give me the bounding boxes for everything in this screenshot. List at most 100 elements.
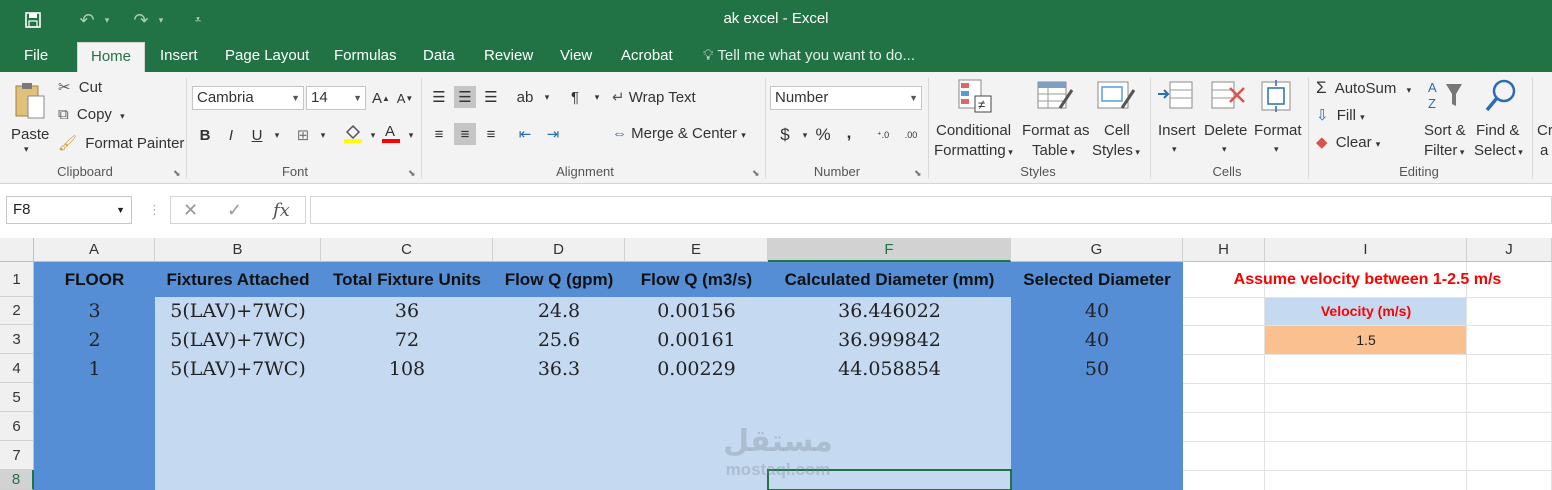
tab-review[interactable]: Review	[478, 40, 539, 72]
table-cell[interactable]: 72	[321, 325, 493, 354]
align-left-icon[interactable]: ≡	[428, 123, 450, 145]
wrap-text-button[interactable]: ↵ Wrap Text	[612, 88, 696, 106]
format-painter-button[interactable]: 🖌︎ Format Painter	[58, 134, 184, 152]
row-header-2[interactable]: 2	[0, 297, 34, 325]
conditional-formatting-button[interactable]: ≠ Conditional Formatting ▾	[932, 76, 1018, 162]
select-all-corner[interactable]	[0, 238, 34, 262]
spreadsheet-grid[interactable]: A B C D E F G H I J 1 2 3 4 5 6 7 8 FLOOR Fixtures Attached…	[0, 238, 1552, 490]
velocity-label-cell[interactable]: Velocity (m/s)	[1265, 297, 1467, 325]
fill-color-icon[interactable]	[342, 122, 364, 144]
font-color-icon[interactable]: A	[380, 122, 402, 144]
table-cell[interactable]: 40	[1011, 297, 1183, 325]
currency-button[interactable]: $	[774, 124, 796, 146]
name-box[interactable]: F8 ▼	[6, 196, 132, 224]
column-header-b[interactable]: B	[155, 238, 321, 262]
number-launcher-icon[interactable]: ⬊	[914, 168, 922, 179]
column-header-g[interactable]: G	[1011, 238, 1183, 262]
enter-icon[interactable]: ✓	[227, 200, 242, 221]
delete-cells-button[interactable]: Delete ▾	[1202, 76, 1252, 162]
column-header-a[interactable]: A	[34, 238, 155, 262]
table-cell[interactable]: 36.3	[493, 354, 625, 383]
table-header-cell[interactable]: Calculated Diameter (mm)	[768, 262, 1011, 297]
sort-filter-button[interactable]: AZ Sort & Filter ▾	[1420, 76, 1474, 162]
table-cell[interactable]: 36	[321, 297, 493, 325]
table-cell[interactable]: 5(LAV)+7WC)	[155, 325, 321, 354]
format-as-table-button[interactable]: Format as Table ▾	[1020, 76, 1092, 162]
align-right-icon[interactable]: ≡	[480, 123, 502, 145]
create-pdf-label-2[interactable]: a	[1540, 142, 1548, 159]
tab-home[interactable]: Home	[77, 42, 145, 72]
percent-button[interactable]: %	[812, 124, 834, 146]
number-format-select[interactable]: Number ▼	[770, 86, 922, 110]
table-header-cell[interactable]: Flow Q (gpm)	[493, 262, 625, 297]
table-header-cell[interactable]: Fixtures Attached	[155, 262, 321, 297]
increase-indent-icon[interactable]: ⇥	[542, 123, 564, 145]
table-cell[interactable]: 5(LAV)+7WC)	[155, 354, 321, 383]
comma-button[interactable]: ,	[838, 122, 860, 144]
borders-icon[interactable]: ⊞	[292, 124, 314, 146]
tell-me-search[interactable]: 💡︎ Tell me what you want to do...	[703, 40, 915, 72]
clear-button[interactable]: ◆ Clear ▾	[1316, 133, 1380, 151]
font-launcher-icon[interactable]: ⬊	[408, 168, 416, 179]
table-cell[interactable]: 1	[34, 354, 155, 383]
row-header-7[interactable]: 7	[0, 441, 34, 470]
table-cell[interactable]: 24.8	[493, 297, 625, 325]
column-header-d[interactable]: D	[493, 238, 625, 262]
decrease-decimal-icon[interactable]: .00	[900, 124, 922, 146]
column-header-c[interactable]: C	[321, 238, 493, 262]
font-name-select[interactable]: Cambria ▼	[192, 86, 304, 110]
increase-decimal-icon[interactable]: ⁺.0	[872, 124, 894, 146]
underline-button[interactable]: U	[246, 124, 268, 146]
text-direction-dropdown-icon[interactable]: ▾	[586, 86, 608, 108]
cell-styles-button[interactable]: Cell Styles ▾	[1090, 76, 1144, 162]
table-cell[interactable]: 0.00156	[625, 297, 768, 325]
table-cell[interactable]: 36.999842	[768, 325, 1011, 354]
table-header-cell[interactable]: FLOOR	[34, 262, 155, 297]
row-header-6[interactable]: 6	[0, 412, 34, 441]
row-header-5[interactable]: 5	[0, 383, 34, 412]
merge-center-button[interactable]: ⇔ Merge & Center ▾	[612, 125, 746, 142]
orientation-icon[interactable]: ab	[514, 86, 536, 108]
row-header-3[interactable]: 3	[0, 325, 34, 354]
table-cell[interactable]: 0.00229	[625, 354, 768, 383]
text-direction-icon[interactable]: ¶	[564, 86, 586, 108]
decrease-font-icon[interactable]: A ▼	[394, 87, 416, 109]
velocity-value-cell[interactable]: 1.5	[1265, 325, 1467, 354]
table-cell[interactable]: 5(LAV)+7WC)	[155, 297, 321, 325]
format-cells-button[interactable]: Format ▾	[1252, 76, 1304, 162]
row-header-8[interactable]: 8	[0, 470, 34, 490]
tab-page-layout[interactable]: Page Layout	[219, 40, 315, 72]
align-top-icon[interactable]: ☰	[428, 86, 450, 108]
table-cell[interactable]: 2	[34, 325, 155, 354]
insert-function-button[interactable]: fx	[273, 200, 290, 221]
tab-data[interactable]: Data	[417, 40, 461, 72]
table-cell[interactable]: 0.00161	[625, 325, 768, 354]
decrease-indent-icon[interactable]: ⇤	[514, 123, 536, 145]
font-color-dropdown-icon[interactable]: ▾	[400, 124, 422, 146]
paste-button[interactable]: Paste ▾	[8, 78, 52, 160]
orientation-dropdown-icon[interactable]: ▾	[536, 86, 558, 108]
tab-view[interactable]: View	[554, 40, 598, 72]
tab-insert[interactable]: Insert	[154, 40, 204, 72]
underline-dropdown-icon[interactable]: ▾	[266, 124, 288, 146]
insert-cells-button[interactable]: Insert ▾	[1154, 76, 1200, 162]
increase-font-icon[interactable]: A ▲	[370, 87, 392, 109]
column-header-h[interactable]: H	[1183, 238, 1265, 262]
align-bottom-icon[interactable]: ☰	[480, 86, 502, 108]
align-middle-icon[interactable]: ☰	[454, 86, 476, 108]
table-cell[interactable]: 25.6	[493, 325, 625, 354]
tab-formulas[interactable]: Formulas	[328, 40, 403, 72]
tab-acrobat[interactable]: Acrobat	[615, 40, 679, 72]
copy-button[interactable]: ⧉ Copy ▾	[58, 106, 125, 123]
clipboard-launcher-icon[interactable]: ⬊	[173, 168, 181, 179]
align-center-icon[interactable]: ≡	[454, 123, 476, 145]
italic-button[interactable]: I	[220, 124, 242, 146]
table-cell[interactable]: 108	[321, 354, 493, 383]
table-header-cell[interactable]: Total Fixture Units	[321, 262, 493, 297]
table-cell[interactable]: 44.058854	[768, 354, 1011, 383]
formula-input[interactable]	[310, 196, 1552, 224]
bold-button[interactable]: B	[194, 124, 216, 146]
autosum-button[interactable]: Σ AutoSum ▾	[1316, 78, 1411, 98]
row-header-4[interactable]: 4	[0, 354, 34, 383]
font-size-select[interactable]: 14 ▼	[306, 86, 366, 110]
